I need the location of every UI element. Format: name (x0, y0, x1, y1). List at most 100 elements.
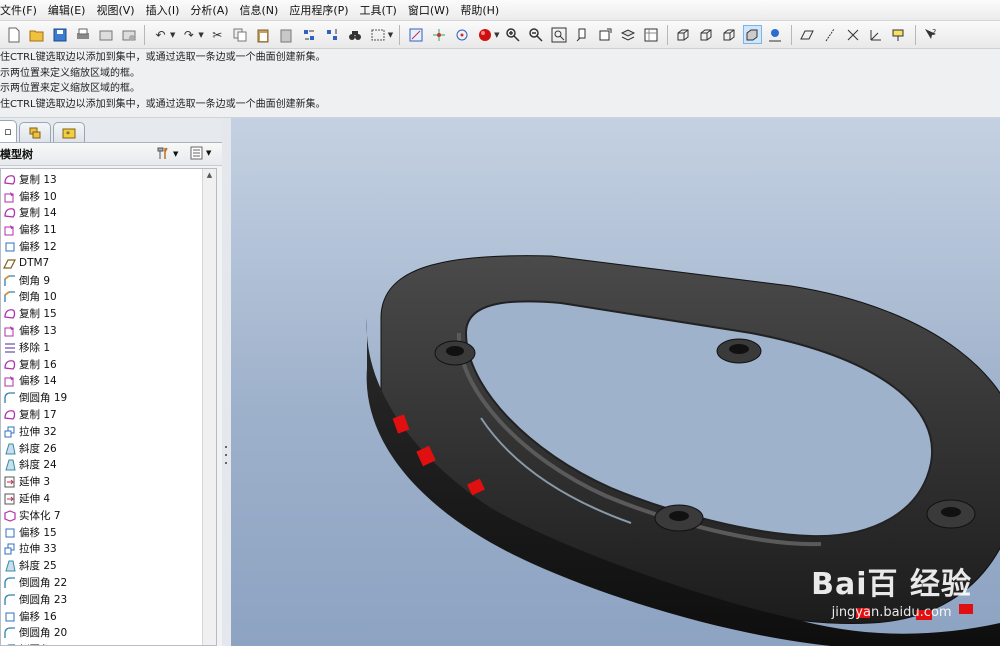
tab-folder-browser[interactable] (19, 122, 51, 142)
zoom-in-icon[interactable] (504, 25, 523, 44)
offset-solid-icon (3, 240, 16, 253)
tree-item[interactable]: 复制 13 (1, 171, 216, 188)
csys-display-icon[interactable] (867, 25, 886, 44)
no-hidden-icon[interactable] (720, 25, 739, 44)
tree-settings-button[interactable]: ▼ (156, 146, 178, 161)
tree-item[interactable]: 偏移 12 (1, 238, 216, 255)
print-icon[interactable] (73, 25, 92, 44)
undo-icon[interactable]: ↶ (151, 25, 170, 44)
tree-item[interactable]: 复制 14 (1, 205, 216, 222)
tree-item[interactable]: 拉伸 32 (1, 423, 216, 440)
copy-icon[interactable] (231, 25, 250, 44)
tree-item[interactable]: 斜度 25 (1, 557, 216, 574)
tree-item[interactable]: 倒圆角 21 (1, 641, 216, 645)
tree-item[interactable]: 延伸 4 (1, 490, 216, 507)
send-link-icon[interactable] (119, 25, 138, 44)
splitter-grip[interactable] (225, 440, 228, 500)
datum-plane-display-icon[interactable] (798, 25, 817, 44)
menu-info[interactable]: 信息(N) (235, 2, 285, 18)
tree-item[interactable]: 偏移 10 (1, 188, 216, 205)
point-display-icon[interactable] (844, 25, 863, 44)
redo-dropdown-icon[interactable]: ▼ (198, 31, 203, 39)
undo-dropdown-icon[interactable]: ▼ (170, 31, 175, 39)
toolbar-separator (914, 24, 916, 45)
redo-icon[interactable]: ↷ (179, 25, 198, 44)
datum-point-icon[interactable] (452, 25, 471, 44)
solidify-icon (3, 509, 16, 522)
offset-solid-icon (3, 610, 16, 623)
menu-help[interactable]: 帮助(H) (455, 2, 505, 18)
hidden-line-icon[interactable] (697, 25, 716, 44)
tree-item[interactable]: 偏移 13 (1, 322, 216, 339)
tab-favorites[interactable]: * (53, 122, 85, 142)
view-manager-icon[interactable] (642, 25, 661, 44)
tree-item[interactable]: 偏移 15 (1, 524, 216, 541)
send-mail-icon[interactable] (96, 25, 115, 44)
appearance-sphere-icon[interactable] (475, 25, 494, 44)
tree-item[interactable]: 斜度 26 (1, 440, 216, 457)
tree-item[interactable]: 复制 15 (1, 305, 216, 322)
menu-analysis[interactable]: 分析(A) (185, 2, 234, 18)
tree-item[interactable]: 移除 1 (1, 339, 216, 356)
reorient-icon[interactable] (573, 25, 592, 44)
tree-item[interactable]: 倒圆角 23 (1, 591, 216, 608)
select-dropdown-icon[interactable]: ▼ (388, 31, 393, 39)
copy-icon (3, 307, 16, 320)
tree-item[interactable]: 斜度 24 (1, 457, 216, 474)
enhanced-realism-icon[interactable] (766, 25, 785, 44)
datum-axis-display-icon[interactable] (821, 25, 840, 44)
context-help-icon[interactable]: ? (922, 25, 941, 44)
tree-item[interactable]: DTM7 (1, 255, 216, 272)
tree-item[interactable]: 偏移 14 (1, 373, 216, 390)
menu-file[interactable]: 文件(F) (0, 2, 43, 18)
paste-special-icon[interactable] (277, 25, 296, 44)
tab-model-tree[interactable]: ▫ (0, 120, 17, 142)
tree-item[interactable]: 复制 17 (1, 406, 216, 423)
menu-edit[interactable]: 编辑(E) (43, 2, 92, 18)
graphics-window[interactable]: Bai百 经验 jingyan.baidu.com (231, 118, 1000, 646)
save-icon[interactable] (50, 25, 69, 44)
saved-views-icon[interactable] (596, 25, 615, 44)
datum-axis-icon[interactable] (429, 25, 448, 44)
tree-item[interactable]: 实体化 7 (1, 507, 216, 524)
tree-item[interactable]: 拉伸 33 (1, 541, 216, 558)
layers-icon[interactable] (619, 25, 638, 44)
toolbar-separator (666, 24, 668, 45)
tree-item[interactable]: 倒圆角 22 (1, 574, 216, 591)
tree-scrollbar[interactable]: ▲ (202, 169, 216, 645)
menu-window[interactable]: 窗口(W) (403, 2, 455, 18)
draft-icon (3, 458, 16, 471)
regenerate-icon[interactable] (300, 25, 319, 44)
tree-item[interactable]: 偏移 16 (1, 608, 216, 625)
menu-insert[interactable]: 插入(I) (141, 2, 186, 18)
shading-icon[interactable] (742, 25, 762, 44)
tree-item[interactable]: 倒圆角 20 (1, 625, 216, 642)
menu-applications[interactable]: 应用程序(P) (284, 2, 354, 18)
select-box-icon[interactable] (369, 25, 388, 44)
tree-item[interactable]: 倒角 10 (1, 289, 216, 306)
open-folder-icon[interactable] (27, 25, 46, 44)
cut-icon[interactable]: ✂ (208, 25, 227, 44)
new-file-icon[interactable] (4, 25, 23, 44)
paste-icon[interactable] (254, 25, 273, 44)
refit-icon[interactable] (550, 25, 569, 44)
regeneration-manager-icon[interactable] (323, 25, 342, 44)
sketch-icon[interactable] (406, 25, 425, 44)
tree-item[interactable]: 延伸 3 (1, 473, 216, 490)
tree-item[interactable]: 复制 16 (1, 356, 216, 373)
menu-tools[interactable]: 工具(T) (355, 2, 403, 18)
scroll-up-icon[interactable]: ▲ (203, 169, 216, 181)
tree-item[interactable]: 偏移 11 (1, 221, 216, 238)
tree-item[interactable]: 倒角 9 (1, 272, 216, 289)
find-icon[interactable] (346, 25, 365, 44)
menu-view[interactable]: 视图(V) (91, 2, 140, 18)
wireframe-icon[interactable] (674, 25, 693, 44)
tree-show-button[interactable]: ▼ (190, 146, 211, 160)
zoom-out-icon[interactable] (527, 25, 546, 44)
appearance-dropdown-icon[interactable]: ▼ (494, 31, 499, 39)
extend-icon (3, 492, 16, 505)
tree-item[interactable]: 倒圆角 19 (1, 389, 216, 406)
annotation-display-icon[interactable] (890, 25, 909, 44)
tree-item-label: 实体化 7 (19, 509, 61, 522)
message-area: 住CTRL键选取边以添加到集中，或通过选取一条边或一个曲面创建新集。 示两位置来… (0, 50, 1000, 118)
